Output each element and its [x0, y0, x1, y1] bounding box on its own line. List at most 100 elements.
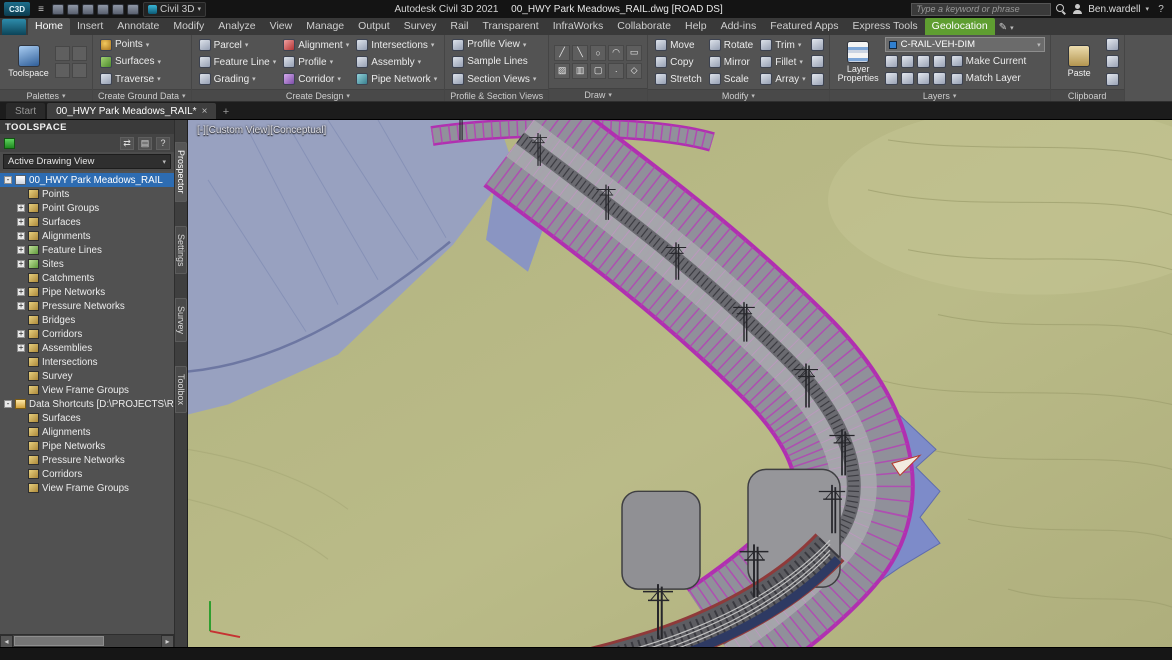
panel-label-draw[interactable]: Draw ▾	[549, 88, 647, 101]
tree-item[interactable]: Pressure Networks	[0, 453, 174, 467]
ribbon-button[interactable]: Parcel ▾	[197, 37, 279, 54]
ribbon-tab[interactable]: Output	[351, 18, 397, 35]
panel-label-clipboard[interactable]: Clipboard	[1051, 89, 1124, 101]
ribbon-tab[interactable]: Featured Apps	[763, 18, 845, 35]
toolspace-tab[interactable]: Settings	[175, 226, 187, 275]
ribbon-button[interactable]: Profile ▾	[281, 54, 351, 71]
new-tab-button[interactable]: +	[218, 104, 233, 119]
layer-freeze-icon[interactable]	[917, 55, 930, 68]
expand-toggle[interactable]: +	[17, 288, 25, 296]
document-tab[interactable]: Start	[6, 103, 45, 119]
viewport-controls[interactable]: [-][Custom View][Conceptual]	[197, 125, 326, 136]
scroll-left-icon[interactable]: ◂	[0, 635, 13, 648]
tree-item[interactable]: View Frame Groups	[0, 383, 174, 397]
tree-item[interactable]: Survey	[0, 369, 174, 383]
ribbon-tab[interactable]: Add-ins	[714, 18, 764, 35]
ribbon-tab[interactable]: Insert	[70, 18, 110, 35]
ribbon-tab[interactable]: Collaborate	[610, 18, 678, 35]
expand-toggle[interactable]: +	[17, 218, 25, 226]
toolspace-button[interactable]: Toolspace	[5, 37, 52, 87]
gradient-icon[interactable]	[572, 63, 588, 79]
panel-label-create-ground-data[interactable]: Create Ground Data ▾	[93, 89, 191, 101]
ribbon-tab[interactable]: Help	[678, 18, 714, 35]
expand-toggle[interactable]: +	[17, 232, 25, 240]
ribbon-tab[interactable]: Modify	[166, 18, 211, 35]
inquiry-palette-icon[interactable]	[55, 63, 70, 78]
chevron-down-icon[interactable]: ▾	[1145, 5, 1149, 13]
layer-off-icon[interactable]	[933, 55, 946, 68]
ribbon-button[interactable]: Array ▾	[758, 71, 807, 88]
ribbon-button[interactable]: Move	[653, 37, 704, 54]
help-icon[interactable]: ?	[1154, 3, 1168, 16]
drawing-viewport[interactable]: [-][Custom View][Conceptual]	[188, 120, 1172, 660]
panel-label-create-design[interactable]: Create Design ▾	[192, 89, 445, 101]
layer-properties-button[interactable]: Layer Properties	[835, 37, 882, 87]
toolspace-header[interactable]: TOOLSPACE	[0, 120, 174, 134]
survey-palette-icon[interactable]	[72, 63, 87, 78]
expand-toggle[interactable]: -	[4, 400, 12, 408]
erase-icon[interactable]	[811, 38, 824, 51]
expand-toggle[interactable]: +	[17, 344, 25, 352]
toolspace-tab[interactable]: Toolbox	[175, 366, 187, 413]
tree-item[interactable]: + Surfaces	[0, 215, 174, 229]
ribbon-tab[interactable]: InfraWorks	[546, 18, 611, 35]
scrollbar-thumb[interactable]	[14, 636, 104, 646]
ribbon-button[interactable]: Scale	[707, 71, 755, 88]
ribbon-tab[interactable]: Annotate	[110, 18, 166, 35]
ribbon-button[interactable]: Rotate	[707, 37, 755, 54]
panel-label-profile-section-views[interactable]: Profile & Section Views	[445, 89, 548, 101]
ribbon-button[interactable]: Surfaces ▾	[98, 53, 163, 70]
offset-icon[interactable]	[811, 55, 824, 68]
tree-item[interactable]: + Sites	[0, 257, 174, 271]
ribbon-tab[interactable]: Manage	[299, 18, 351, 35]
current-layer-dropdown[interactable]: C-RAIL-VEH-DIM ▾	[885, 37, 1045, 52]
ribbon-button[interactable]: Assembly ▾	[354, 54, 439, 71]
save-icon[interactable]	[82, 4, 94, 15]
print-icon[interactable]	[97, 4, 109, 15]
panel-label-layers[interactable]: Layers ▾	[830, 89, 1050, 101]
tree-item[interactable]: + Feature Lines	[0, 243, 174, 257]
undo-icon[interactable]	[112, 4, 124, 15]
point-icon[interactable]	[608, 63, 624, 79]
paste-button[interactable]: Paste	[1056, 37, 1103, 87]
tree-item[interactable]: Corridors	[0, 467, 174, 481]
ribbon-button[interactable]: Points ▾	[98, 36, 163, 53]
ribbon-tab[interactable]: Geolocation	[925, 18, 995, 35]
tree-item[interactable]: Bridges	[0, 313, 174, 327]
ribbon-button[interactable]: Section Views ▾	[450, 71, 538, 88]
workspace-selector[interactable]: Civil 3D ▾	[143, 2, 206, 17]
toolspace-tab[interactable]: Survey	[175, 298, 187, 342]
horizontal-scrollbar[interactable]: ◂ ▸	[0, 634, 174, 647]
ribbon-tab[interactable]: Transparent	[475, 18, 545, 35]
tree-item[interactable]: - 00_HWY Park Meadows_RAIL	[0, 173, 174, 187]
explode-icon[interactable]	[811, 73, 824, 86]
pencil-icon[interactable]: ✎	[999, 22, 1007, 33]
match-layer-button[interactable]: Match Layer	[949, 70, 1023, 87]
ribbon-button[interactable]: Mirror	[707, 54, 755, 71]
ribbon-button[interactable]: Corridor ▾	[281, 71, 351, 88]
circle-icon[interactable]	[590, 45, 606, 61]
ribbon-button[interactable]: Profile View ▾	[450, 36, 538, 53]
ribbon-button[interactable]: Traverse ▾	[98, 71, 163, 88]
line-icon[interactable]	[554, 45, 570, 61]
ribbon-tab[interactable]: Home	[28, 18, 70, 35]
layer-lock-icon[interactable]	[885, 72, 898, 85]
tree-item[interactable]: + Pipe Networks	[0, 285, 174, 299]
tree-item[interactable]: + Pressure Networks	[0, 299, 174, 313]
tree-item[interactable]: Points	[0, 187, 174, 201]
panorama-icon[interactable]: ▤	[138, 137, 152, 150]
ribbon-button[interactable]: Grading ▾	[197, 71, 279, 88]
help-icon[interactable]: ?	[156, 137, 170, 150]
ribbon-tab[interactable]: Analyze	[211, 18, 262, 35]
open-file-icon[interactable]	[67, 4, 79, 15]
ribbon-button[interactable]: Pipe Network ▾	[354, 71, 439, 88]
tree-item[interactable]: Catchments	[0, 271, 174, 285]
ribbon-button[interactable]: Sample Lines	[450, 53, 538, 70]
tree-item[interactable]: Pipe Networks	[0, 439, 174, 453]
rectangle-icon[interactable]	[626, 45, 642, 61]
ribbon-button[interactable]: Copy	[653, 54, 704, 71]
polyline-icon[interactable]	[572, 45, 588, 61]
ribbon-button[interactable]: Stretch	[653, 71, 704, 88]
tree-item[interactable]: + Point Groups	[0, 201, 174, 215]
tree-item[interactable]: + Corridors	[0, 327, 174, 341]
